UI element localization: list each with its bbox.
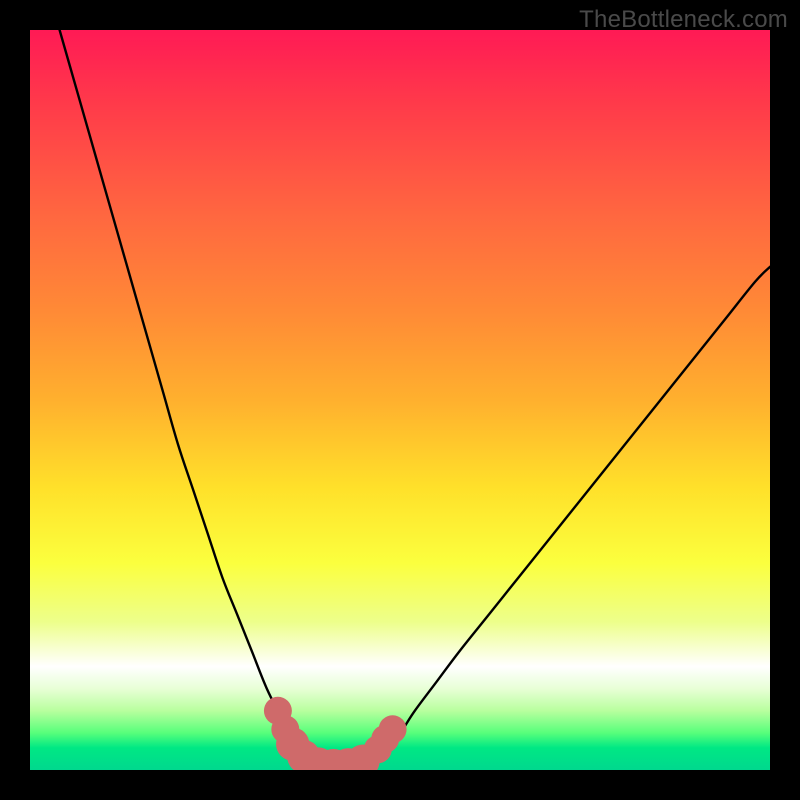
curve-left [60, 30, 312, 764]
bottleneck-markers [264, 697, 407, 770]
chart-frame: TheBottleneck.com [0, 0, 800, 800]
marker-point [379, 715, 407, 743]
curve-right [370, 267, 770, 763]
curve-svg [30, 30, 770, 770]
plot-area [30, 30, 770, 770]
watermark-label: TheBottleneck.com [579, 6, 788, 34]
